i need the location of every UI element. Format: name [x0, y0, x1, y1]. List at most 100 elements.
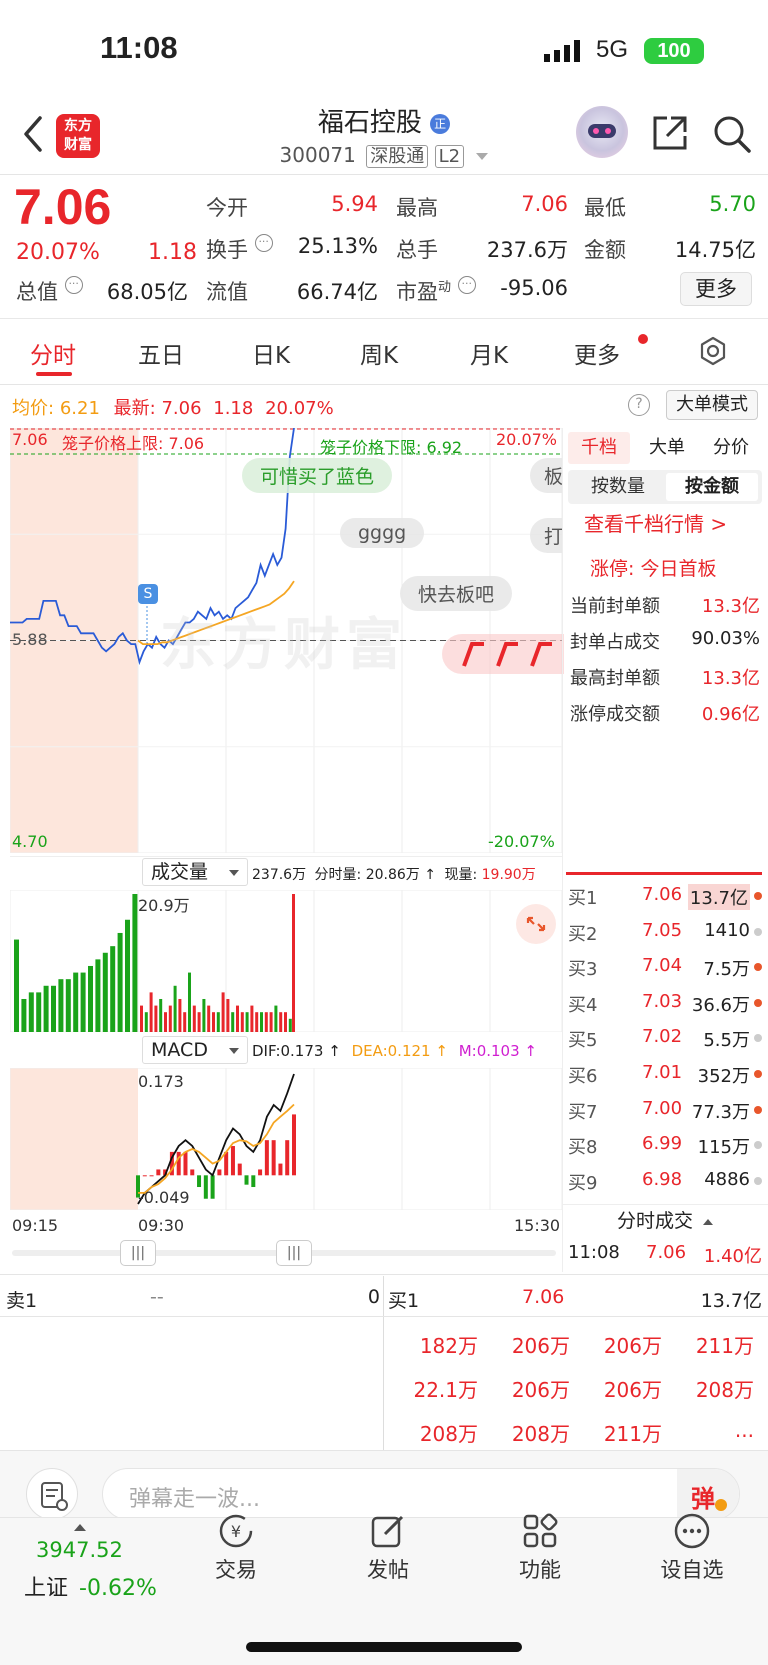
tab-big-order[interactable]: 大单 — [636, 432, 698, 464]
danmu-status-dot — [715, 1499, 727, 1511]
bid-dot — [754, 998, 762, 1007]
expand-icon[interactable] — [516, 904, 556, 944]
bid-row: 买2 7.05 1410 — [568, 920, 762, 950]
help-icon[interactable]: ? — [628, 394, 650, 416]
macd-chart[interactable] — [10, 1068, 562, 1210]
bid-row: 买5 7.02 5.5万 — [568, 1026, 762, 1056]
settings-icon[interactable] — [698, 336, 728, 366]
battery-icon: 100 — [644, 38, 704, 64]
nav-trade[interactable]: ¥ 交易 — [176, 1512, 296, 1584]
top-right-pct: 20.07% — [496, 430, 558, 449]
macd-bar — [258, 1169, 263, 1176]
time-start: 09:15 — [12, 1216, 59, 1235]
notes-icon[interactable] — [26, 1468, 78, 1520]
trade-time: 11:08 — [568, 1242, 620, 1263]
mktcap-text: 总值 — [16, 280, 58, 304]
bid-vol: 36.6万 — [691, 994, 750, 1016]
bid-dot — [754, 927, 762, 936]
s-marker[interactable]: S — [138, 584, 158, 604]
queue-cell: 206万 — [603, 1334, 662, 1358]
tab-weekly-k[interactable]: 周K — [360, 336, 398, 370]
view-thousand-link[interactable]: 查看千档行情 > — [584, 508, 727, 537]
limit-turnover-value: 0.96亿 — [701, 704, 760, 725]
bid-price: 6.98 — [642, 1168, 683, 1190]
queue-cell: 206万 — [511, 1334, 570, 1358]
chevron-down-icon — [229, 870, 239, 876]
last-price: 7.06 — [14, 179, 112, 235]
section-gap — [0, 318, 768, 319]
macd-bottom-label: -0.049 — [138, 1188, 190, 1207]
volume-bar — [102, 952, 108, 1032]
edit-icon — [369, 1512, 407, 1550]
network-type: 5G — [596, 36, 629, 63]
subtab-by-amount[interactable]: 按金额 — [666, 473, 758, 501]
search-icon[interactable] — [712, 114, 752, 154]
macd-selector[interactable]: MACD — [142, 1036, 248, 1064]
trade-row: 11:08 7.06 1.40亿 — [568, 1242, 762, 1267]
queue-cell: 206万 — [511, 1378, 570, 1402]
bid-row: 买7 7.00 77.3万 — [568, 1098, 762, 1128]
home-indicator — [246, 1642, 522, 1652]
tab-thousand-level[interactable]: 千档 — [568, 432, 630, 464]
turnover-text: 换手 — [206, 238, 248, 262]
bid-price: 7.01 — [642, 1062, 683, 1083]
bid-vol: 115万 — [697, 1137, 750, 1159]
volume-selector[interactable]: 成交量 — [142, 858, 248, 886]
nav-post[interactable]: 发帖 — [328, 1512, 448, 1584]
latest-value: 7.06 — [161, 398, 202, 419]
pe-label[interactable]: 市盈动 ··· — [396, 276, 476, 306]
trade-icon: ¥ — [217, 1512, 255, 1550]
robot-avatar-icon[interactable] — [576, 106, 628, 158]
tab-price-dist[interactable]: 分价 — [700, 432, 762, 464]
volume-bar — [154, 1005, 158, 1032]
share-icon[interactable] — [651, 114, 689, 152]
tab-daily-k[interactable]: 日K — [252, 336, 290, 370]
queue-cell: 208万 — [695, 1378, 754, 1402]
tab-five-day[interactable]: 五日 — [138, 336, 184, 370]
more-button[interactable]: 更多 — [680, 272, 752, 306]
bottom-right-pct: -20.07% — [488, 832, 555, 851]
bids-divider — [566, 872, 762, 875]
volume-bar — [207, 1005, 211, 1032]
volume-bar — [188, 972, 191, 1032]
macd-bar — [237, 1163, 242, 1176]
high-value: 7.06 — [521, 192, 568, 216]
danmu-toggle-text: 弹 — [691, 1485, 715, 1513]
range-handle-left[interactable]: ||| — [120, 1240, 156, 1266]
macd-bar — [292, 1114, 296, 1176]
verified-badge: 正 — [430, 113, 451, 134]
volume-bar — [51, 985, 56, 1032]
turnover-label[interactable]: 换手 ··· — [206, 234, 273, 264]
avg-value: 6.21 — [59, 398, 100, 419]
queue-cell: 206万 — [603, 1378, 662, 1402]
volume-bar — [164, 1012, 167, 1032]
volume-bar — [240, 1012, 244, 1032]
macd-bar — [230, 1146, 235, 1176]
bid-row: 买8 6.99 115万 — [568, 1133, 762, 1163]
comment-placeholder: 弹幕走一波... — [129, 1487, 260, 1512]
amount-label: 金额 — [584, 238, 626, 262]
mktcap-label[interactable]: 总值 ··· — [16, 276, 83, 306]
volume-value: 237.6万 — [486, 238, 568, 262]
tab-monthly-k[interactable]: 月K — [470, 336, 508, 370]
bid-label: 买1 — [568, 888, 598, 909]
tab-more[interactable]: 更多 — [574, 336, 620, 370]
subtab-by-count[interactable]: 按数量 — [572, 473, 664, 501]
macd-bar — [285, 1140, 290, 1176]
range-handle-right[interactable]: ||| — [276, 1240, 312, 1266]
chevron-down-icon — [229, 1048, 239, 1054]
high-label: 最高 — [396, 196, 438, 220]
macd-bar — [197, 1175, 202, 1188]
tab-intraday[interactable]: 分时 — [30, 336, 76, 370]
big-order-mode-button[interactable]: 大单模式 — [666, 390, 758, 420]
index-widget[interactable]: 上证 -0.62% — [24, 1570, 157, 1602]
macd-bar — [183, 1151, 188, 1176]
macd-bar — [224, 1151, 229, 1176]
nav-add-watchlist[interactable]: 设自选 — [632, 1512, 752, 1584]
volume-chart[interactable] — [10, 890, 562, 1032]
macd-bar — [278, 1163, 283, 1176]
trades-header[interactable]: 分时成交 — [562, 1204, 768, 1236]
bid-vol: 7.5万 — [703, 959, 750, 981]
nav-functions[interactable]: 功能 — [480, 1512, 600, 1584]
upper-limit-label: 笼子价格上限: 7.06 — [62, 434, 205, 453]
